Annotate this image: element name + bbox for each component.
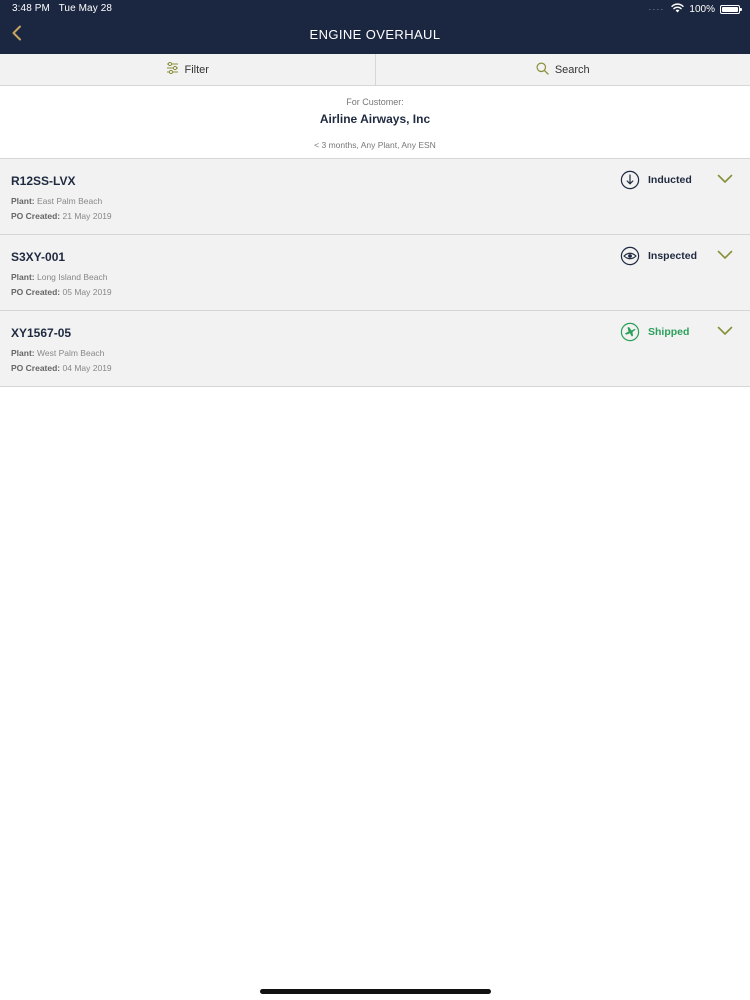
po-created-value: 04 May 2019 [62, 363, 112, 373]
wifi-icon [671, 2, 685, 16]
customer-name: Airline Airways, Inc [319, 112, 431, 126]
order-status: Shipped [620, 322, 698, 342]
plant-label: Plant: [11, 196, 35, 206]
order-id: S3XY-001 [11, 250, 66, 264]
order-plant: Plant: Long Island Beach [11, 272, 107, 282]
plant-label: Plant: [11, 272, 35, 282]
order-row[interactable]: XY1567-05 Plant: West Palm Beach PO Crea… [0, 311, 750, 387]
po-created-label: PO Created: [11, 287, 61, 297]
chevron-down-icon [717, 247, 733, 265]
customer-summary: For Customer: Airline Airways, Inc < 3 m… [0, 86, 750, 159]
app-header: 3:48 PM Tue May 28 ···· 100% ENGINE OVER… [0, 0, 750, 54]
filter-button[interactable]: Filter [0, 54, 375, 85]
po-created-value: 21 May 2019 [62, 211, 112, 221]
chevron-down-icon [717, 171, 733, 189]
chevron-down-icon [717, 323, 733, 341]
status-bar-right: ···· 100% [648, 2, 742, 16]
search-button[interactable]: Search [374, 54, 750, 85]
sliders-icon [166, 61, 179, 77]
eye-icon [620, 246, 640, 266]
battery-percent: 100% [689, 3, 715, 15]
battery-icon [720, 4, 742, 14]
expand-button[interactable] [716, 248, 734, 264]
order-status: Inspected [620, 246, 698, 266]
download-circle-icon [620, 170, 640, 190]
order-status: Inducted [620, 170, 698, 190]
order-row[interactable]: R12SS-LVX Plant: East Palm Beach PO Crea… [0, 159, 750, 235]
filter-label: Filter [184, 63, 209, 76]
plant-label: Plant: [11, 348, 35, 358]
active-filters-summary: < 3 months, Any Plant, Any ESN [314, 140, 436, 150]
multitasking-dots-icon: ···· [648, 4, 665, 14]
expand-button[interactable] [716, 172, 734, 188]
status-date: Tue May 28 [58, 3, 113, 14]
expand-button[interactable] [716, 324, 734, 340]
customer-caption: For Customer: [346, 97, 404, 107]
po-created-label: PO Created: [11, 363, 61, 373]
order-po-created: PO Created: 21 May 2019 [11, 211, 112, 221]
po-created-label: PO Created: [11, 211, 61, 221]
status-label: Shipped [648, 326, 690, 338]
po-created-value: 05 May 2019 [62, 287, 112, 297]
app-screen: 3:48 PM Tue May 28 ···· 100% ENGINE OVER… [0, 0, 750, 1000]
plant-value: Long Island Beach [37, 272, 108, 282]
order-po-created: PO Created: 05 May 2019 [11, 287, 112, 297]
toolbar: Filter Search [0, 54, 750, 86]
plant-value: West Palm Beach [37, 348, 105, 358]
order-plant: Plant: West Palm Beach [11, 348, 104, 358]
plane-icon [620, 322, 640, 342]
home-indicator[interactable] [260, 989, 491, 994]
plant-value: East Palm Beach [37, 196, 103, 206]
status-label: Inducted [648, 174, 692, 186]
search-icon [536, 62, 549, 78]
status-label: Inspected [648, 250, 698, 262]
order-list: R12SS-LVX Plant: East Palm Beach PO Crea… [0, 159, 750, 387]
order-row[interactable]: S3XY-001 Plant: Long Island Beach PO Cre… [0, 235, 750, 311]
status-time: 3:48 PM [12, 3, 50, 14]
status-bar-time: 3:48 PM Tue May 28 [12, 3, 112, 14]
order-plant: Plant: East Palm Beach [11, 196, 102, 206]
order-po-created: PO Created: 04 May 2019 [11, 363, 112, 373]
order-id: R12SS-LVX [11, 174, 76, 188]
search-label: Search [554, 63, 590, 76]
order-id: XY1567-05 [11, 326, 72, 340]
page-title: ENGINE OVERHAUL [309, 27, 441, 42]
